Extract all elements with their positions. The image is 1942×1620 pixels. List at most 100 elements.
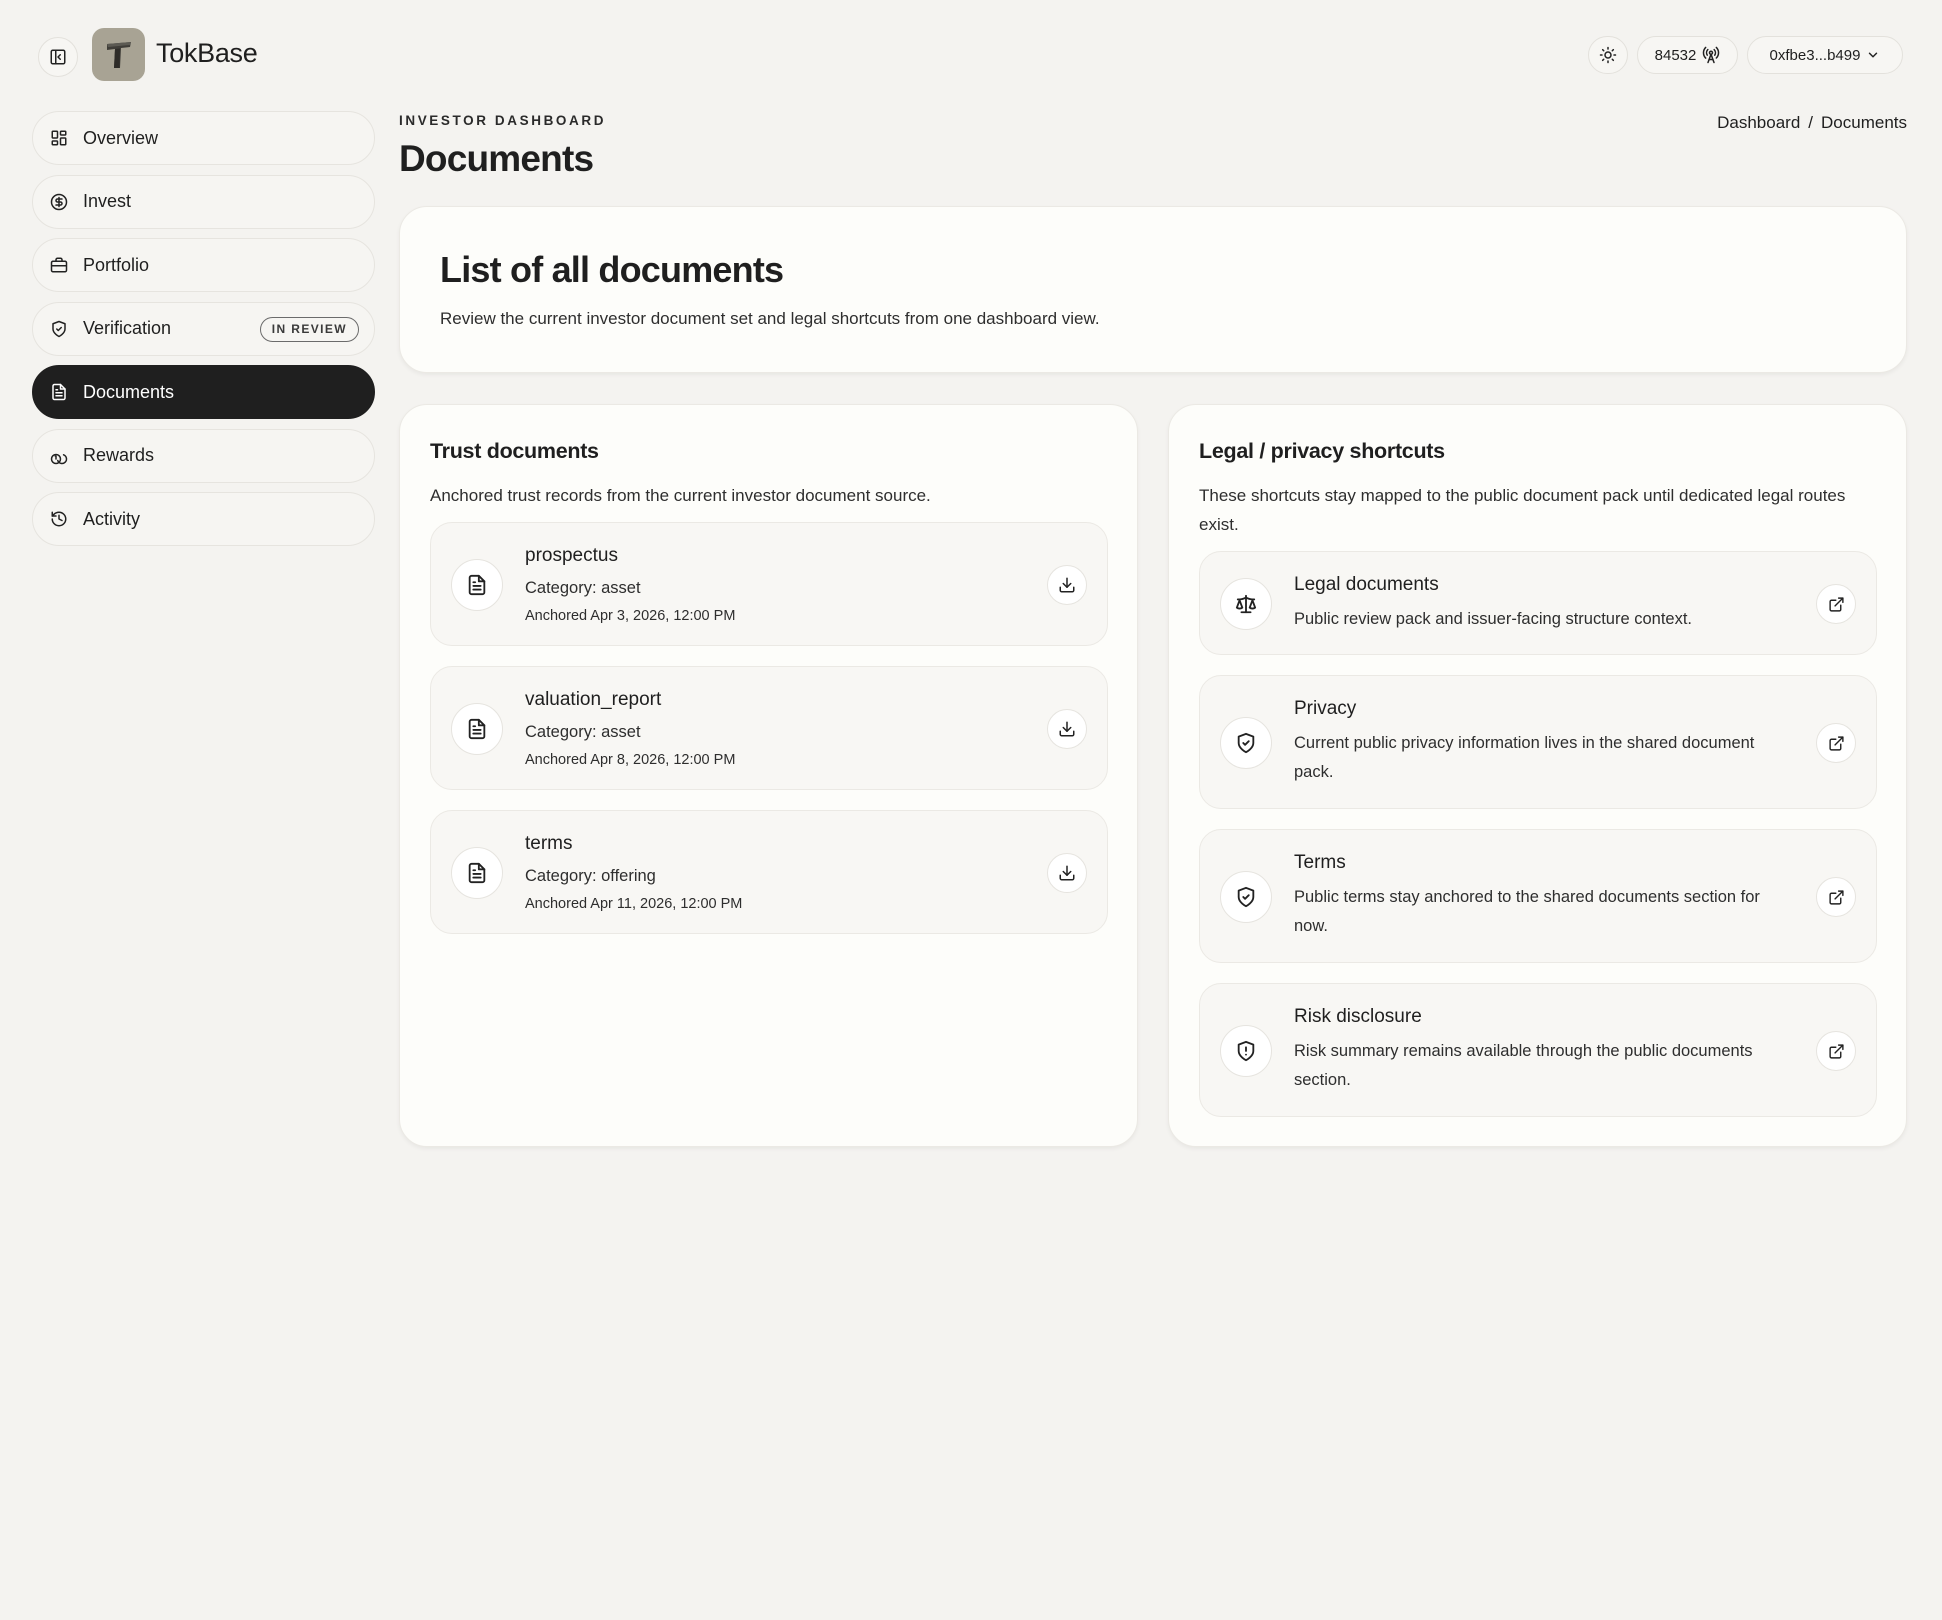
sidebar-item-documents[interactable]: Documents [32, 365, 375, 419]
page-eyebrow: INVESTOR DASHBOARD [399, 113, 607, 128]
theme-toggle-button[interactable] [1588, 36, 1628, 74]
document-name: prospectus [525, 545, 618, 566]
shortcut-name: Privacy [1294, 698, 1357, 719]
open-external-button[interactable] [1816, 584, 1856, 624]
document-category: Category: asset [525, 723, 641, 741]
download-button[interactable] [1047, 709, 1087, 749]
radio-tower-icon [1703, 46, 1720, 64]
legal-title: Legal / privacy shortcuts [1199, 439, 1445, 463]
verification-status-badge: IN REVIEW [259, 316, 359, 342]
open-external-button[interactable] [1816, 1031, 1856, 1071]
page-title: Documents [399, 138, 594, 179]
breadcrumb-dashboard-link[interactable]: Dashboard [1717, 113, 1800, 133]
file-text-icon [468, 862, 486, 884]
app-brand: TokBase [156, 38, 258, 68]
shortcut-description: Current public privacy information lives… [1294, 734, 1755, 781]
file-text-icon [468, 574, 486, 596]
sidebar-toggle-button[interactable] [38, 37, 78, 77]
document-category: Category: offering [525, 867, 656, 885]
shortcut-terms[interactable]: Terms Public terms stay anchored to the … [1199, 829, 1877, 963]
dollar-circle-icon [50, 193, 68, 210]
scale-icon [1235, 594, 1257, 614]
shortcut-description: Public terms stay anchored to the shared… [1294, 888, 1760, 935]
top-bar: TokBase 84532 0xfbe3...b499 [0, 0, 1942, 110]
open-external-button[interactable] [1816, 877, 1856, 917]
external-link-icon [1828, 735, 1844, 751]
shield-check-icon [1237, 886, 1255, 908]
panel-left-icon [50, 49, 66, 65]
shortcut-privacy[interactable]: Privacy Current public privacy informati… [1199, 675, 1877, 809]
file-text-icon [468, 718, 486, 740]
briefcase-icon [50, 257, 68, 273]
document-anchored-date: Anchored Apr 8, 2026, 12:00 PM [525, 752, 736, 768]
external-link-icon [1828, 889, 1844, 905]
sidebar-item-rewards[interactable]: Rewards [32, 428, 375, 483]
document-row-valuation-report[interactable]: valuation_report Category: asset Anchore… [430, 666, 1108, 790]
download-button[interactable] [1047, 565, 1087, 605]
breadcrumb: Dashboard / Documents [1717, 113, 1907, 133]
sun-icon [1599, 46, 1617, 64]
trust-documents-card: Trust documents Anchored trust records f… [399, 404, 1138, 1147]
network-pill[interactable]: 84532 [1637, 36, 1738, 74]
chevron-down-icon [1869, 52, 1878, 58]
hero-description: Review the current investor document set… [440, 309, 1100, 328]
wallet-address: 0xfbe3...b499 [1769, 46, 1861, 64]
legal-shortcuts-card: Legal / privacy shortcuts These shortcut… [1168, 404, 1907, 1147]
shortcut-name: Terms [1294, 852, 1346, 873]
shortcut-name: Legal documents [1294, 574, 1439, 595]
hero-title: List of all documents [440, 249, 784, 290]
external-link-icon [1828, 1043, 1844, 1059]
sidebar-item-invest[interactable]: Invest [32, 174, 375, 229]
breadcrumb-current: Documents [1821, 113, 1907, 132]
history-icon [51, 511, 67, 527]
shield-check-icon [52, 320, 66, 337]
shield-alert-icon [1237, 1040, 1255, 1062]
document-category: Category: asset [525, 579, 641, 597]
app-logo[interactable] [92, 28, 145, 81]
shortcut-name: Risk disclosure [1294, 1006, 1422, 1027]
document-name: terms [525, 833, 573, 854]
sidebar-item-label: Verification [83, 318, 172, 338]
sidebar-item-overview[interactable]: Overview [32, 111, 375, 165]
documents-hero-card: List of all documents Review the current… [399, 206, 1907, 373]
sidebar-item-label: Overview [83, 127, 159, 148]
shortcut-icon-wrap [1220, 717, 1272, 769]
shield-check-icon [1237, 732, 1255, 754]
shortcut-legal-documents[interactable]: Legal documents Public review pack and i… [1199, 551, 1877, 655]
document-anchored-date: Anchored Apr 3, 2026, 12:00 PM [525, 608, 736, 624]
external-link-icon [1828, 596, 1844, 612]
logo-mark-icon [106, 41, 131, 68]
coins-icon [50, 453, 68, 464]
document-icon-wrap [451, 703, 503, 755]
breadcrumb-separator: / [1808, 113, 1814, 132]
sidebar-item-activity[interactable]: Activity [32, 492, 375, 546]
sidebar-item-label: Rewards [83, 445, 155, 465]
file-text-icon [52, 383, 66, 401]
shortcut-icon-wrap [1220, 578, 1272, 630]
grid-icon [51, 130, 67, 146]
sidebar: Overview Invest Portfolio Verification I… [32, 111, 375, 556]
document-row-terms[interactable]: terms Category: offering Anchored Apr 11… [430, 810, 1108, 934]
shortcut-risk-disclosure[interactable]: Risk disclosure Risk summary remains ava… [1199, 983, 1877, 1117]
download-icon [1059, 577, 1075, 593]
open-external-button[interactable] [1816, 723, 1856, 763]
document-icon-wrap [451, 559, 503, 611]
sidebar-item-verification[interactable]: Verification IN REVIEW [32, 301, 375, 356]
sidebar-item-label: Portfolio [83, 254, 150, 275]
document-anchored-date: Anchored Apr 11, 2026, 12:00 PM [525, 896, 743, 912]
download-button[interactable] [1047, 853, 1087, 893]
download-icon [1059, 865, 1075, 881]
legal-description: These shortcuts stay mapped to the publi… [1199, 486, 1846, 534]
sidebar-item-label: Documents [83, 381, 175, 402]
document-row-prospectus[interactable]: prospectus Category: asset Anchored Apr … [430, 522, 1108, 646]
shortcut-description: Risk summary remains available through t… [1294, 1042, 1753, 1089]
document-icon-wrap [451, 847, 503, 899]
download-icon [1059, 721, 1075, 737]
chain-id: 84532 [1654, 46, 1697, 64]
wallet-menu-button[interactable]: 0xfbe3...b499 [1747, 36, 1903, 74]
sidebar-item-portfolio[interactable]: Portfolio [32, 238, 375, 292]
sidebar-item-label: Activity [83, 508, 141, 529]
sidebar-item-label: Invest [83, 191, 132, 211]
shortcut-icon-wrap [1220, 871, 1272, 923]
shortcut-description: Public review pack and issuer-facing str… [1294, 610, 1693, 628]
